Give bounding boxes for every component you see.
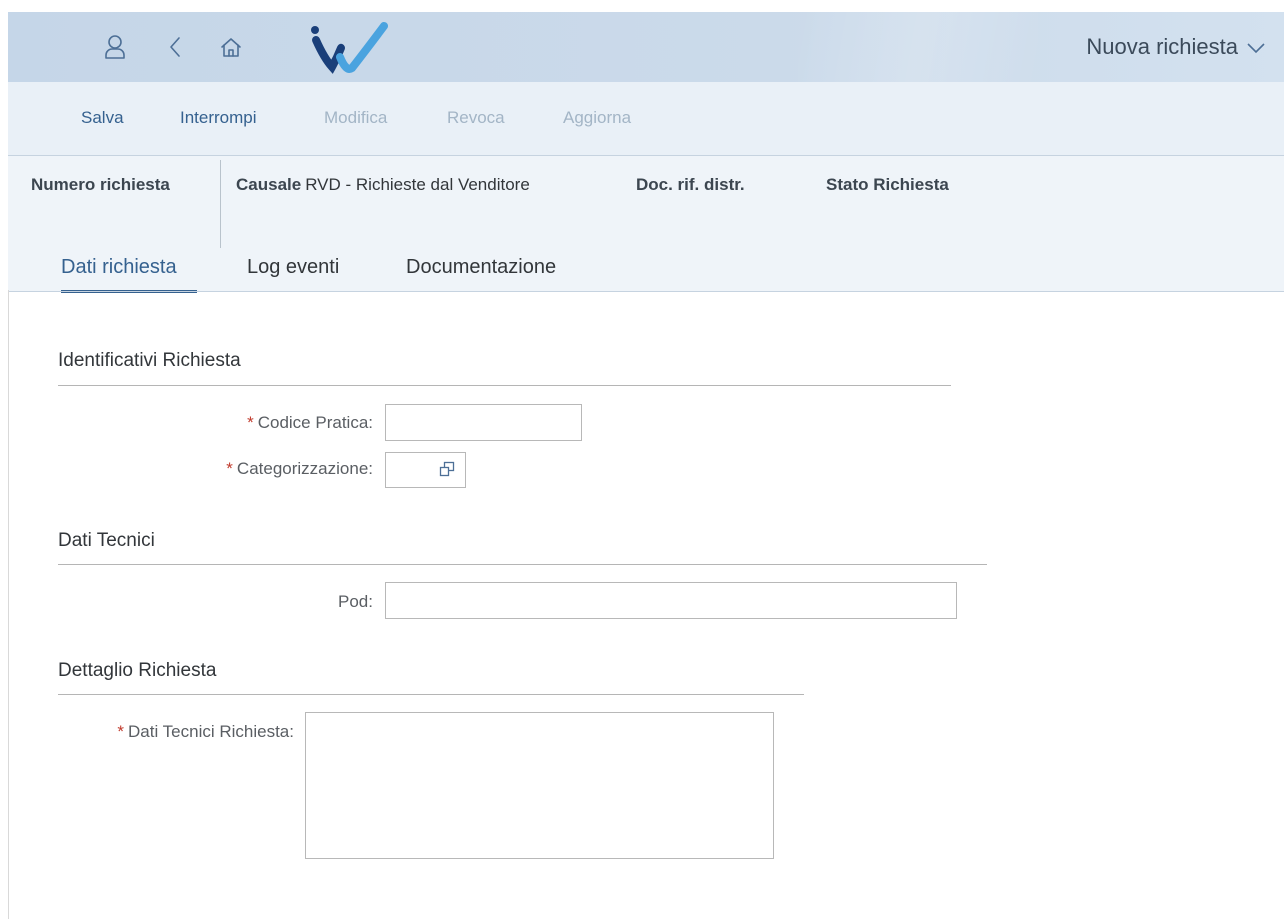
refresh-button[interactable]: Aggiorna <box>563 108 631 128</box>
categorizzazione-label-text: Categorizzazione: <box>236 459 373 478</box>
section-title-detail: Dettaglio Richiesta <box>58 660 217 681</box>
content-left-border <box>8 290 9 919</box>
chevron-down-icon <box>1246 34 1266 60</box>
request-number-attribute: Numero richiesta <box>31 175 170 195</box>
section-divider <box>58 694 804 695</box>
object-header: Numero richiesta Causale RVD - Richieste … <box>8 155 1284 293</box>
cause-label: Causale <box>236 175 302 194</box>
doc-ref-label: Doc. rif. distr. <box>636 175 745 194</box>
header-shade <box>798 12 1038 82</box>
codice-pratica-label: * Codice Pratica: <box>247 413 373 433</box>
revoke-button[interactable]: Revoca <box>447 108 505 128</box>
doc-ref-attribute: Doc. rif. distr. <box>636 175 745 195</box>
categorizzazione-label: * Categorizzazione: <box>226 459 373 479</box>
status-label: Stato Richiesta <box>826 175 949 194</box>
required-marker: * <box>117 722 125 741</box>
dati-tecnici-richiesta-label: * Dati Tecnici Richiesta: <box>117 722 294 742</box>
tab-dati-richiesta[interactable]: Dati richiesta <box>61 256 177 279</box>
interrupt-button[interactable]: Interrompi <box>180 108 257 128</box>
cause-attribute: Causale RVD - Richieste dal Venditore <box>236 175 530 195</box>
section-title-technical: Dati Tecnici <box>58 530 155 551</box>
section-title-identifiers: Identificativi Richiesta <box>58 350 241 371</box>
header-bottom-border <box>8 291 1284 292</box>
status-attribute: Stato Richiesta <box>826 175 949 195</box>
action-toolbar: Salva Interrompi Modifica Revoca Aggiorn… <box>8 82 1284 155</box>
section-divider <box>58 385 951 386</box>
required-marker: * <box>247 413 254 432</box>
dati-tecnici-richiesta-label-text: Dati Tecnici Richiesta: <box>128 722 294 741</box>
save-button[interactable]: Salva <box>81 108 124 128</box>
request-number-label: Numero richiesta <box>31 175 170 194</box>
pod-input[interactable] <box>385 582 957 619</box>
codice-pratica-input[interactable] <box>385 404 582 441</box>
cause-value: RVD - Richieste dal Venditore <box>305 175 530 194</box>
required-marker: * <box>226 459 233 478</box>
dati-tecnici-richiesta-textarea[interactable] <box>305 712 774 859</box>
tab-log-eventi[interactable]: Log eventi <box>247 256 339 279</box>
pod-label: Pod: <box>338 592 373 611</box>
shell-header: Nuova richiesta <box>8 12 1284 82</box>
back-icon[interactable] <box>156 28 194 66</box>
tab-documentazione[interactable]: Documentazione <box>406 256 556 279</box>
user-icon[interactable] <box>96 28 134 66</box>
header-separator <box>220 160 221 248</box>
home-icon[interactable] <box>212 28 250 66</box>
section-divider <box>58 564 987 565</box>
app-title-menu[interactable]: Nuova richiesta <box>1086 32 1266 62</box>
edit-button[interactable]: Modifica <box>324 108 387 128</box>
value-help-icon[interactable] <box>439 461 455 482</box>
codice-pratica-label-text: Codice Pratica: <box>257 413 373 432</box>
app-title: Nuova richiesta <box>1086 34 1238 59</box>
company-logo <box>308 20 388 81</box>
